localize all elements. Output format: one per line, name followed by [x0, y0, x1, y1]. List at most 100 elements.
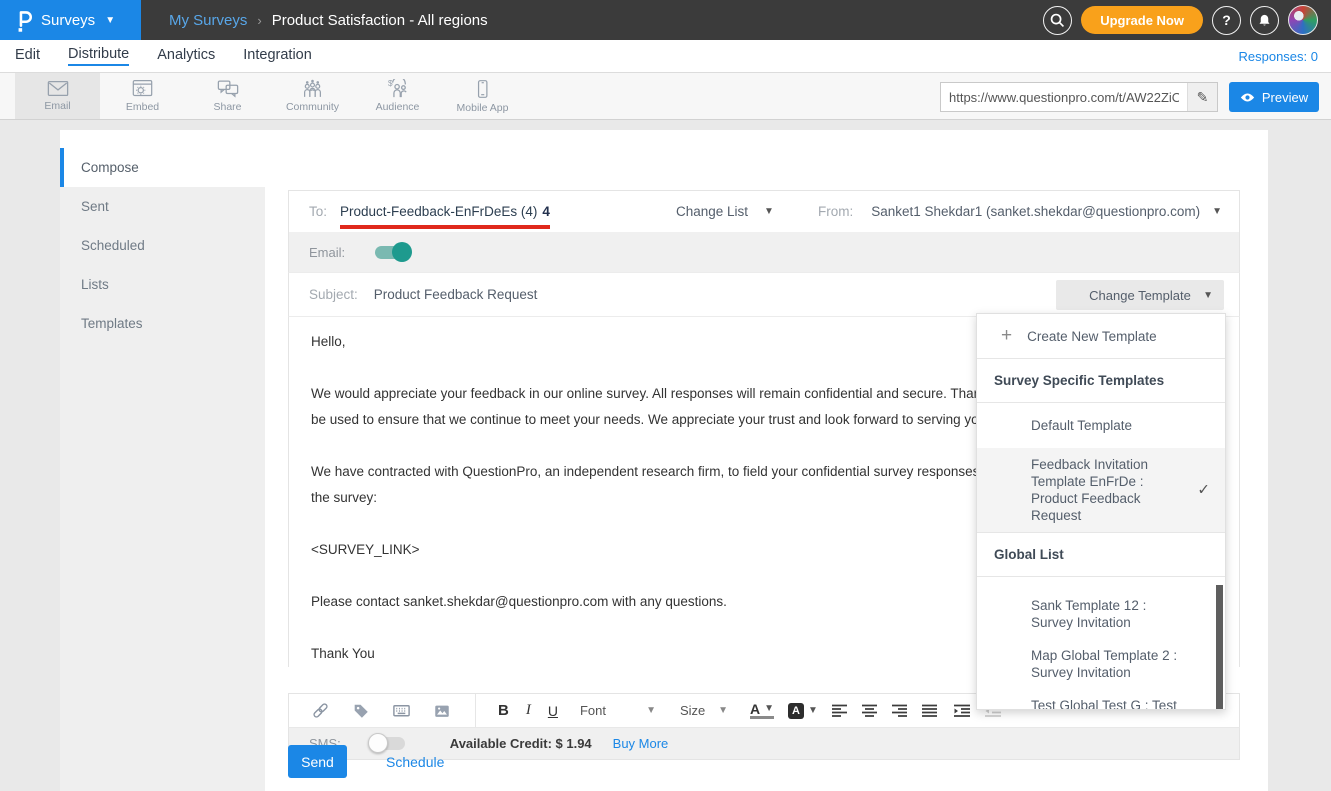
tab-edit[interactable]: Edit — [15, 47, 40, 65]
italic-button[interactable]: I — [526, 702, 531, 719]
size-dropdown[interactable]: Size ▼ — [680, 703, 728, 718]
channel-label: Embed — [126, 101, 159, 113]
indent-icon[interactable] — [954, 704, 971, 718]
help-button[interactable]: ? — [1212, 6, 1241, 35]
sidebar-item-compose[interactable]: Compose — [60, 148, 265, 187]
notifications-button[interactable] — [1250, 6, 1279, 35]
question-mark-icon: ? — [1222, 12, 1231, 28]
from-sender[interactable]: Sanket1 Shekdar1 (sanket.shekdar@questio… — [871, 204, 1200, 219]
channel-community[interactable]: Community — [270, 73, 355, 119]
size-label: Size — [680, 703, 705, 718]
global-template-item[interactable]: Sank Template 12 : Survey Invitation — [977, 589, 1225, 639]
text-color-label: A — [750, 702, 760, 716]
plus-icon: + — [1001, 325, 1012, 347]
channel-mobile-app[interactable]: Mobile App — [440, 73, 525, 119]
send-button[interactable]: Send — [288, 745, 347, 778]
upgrade-now-button[interactable]: Upgrade Now — [1081, 6, 1203, 34]
to-list-name: Product-Feedback-EnFrDeEs (4) — [340, 204, 537, 219]
product-name: Surveys — [41, 12, 95, 29]
channel-label: Audience — [376, 101, 420, 113]
tab-analytics[interactable]: Analytics — [157, 47, 215, 65]
tab-integration[interactable]: Integration — [243, 47, 312, 65]
pencil-icon: ✎ — [1197, 89, 1209, 106]
background-color-button[interactable]: A ▼ — [788, 703, 818, 719]
default-template-item[interactable]: Default Template — [977, 403, 1225, 448]
background-color-label: A — [788, 703, 804, 719]
change-list-label: Change List — [676, 204, 748, 219]
channel-share[interactable]: Share — [185, 73, 270, 119]
change-template-label: Change Template — [1089, 288, 1191, 303]
font-label: Font — [580, 703, 606, 718]
underline-button[interactable]: U — [548, 703, 558, 719]
available-credit: Available Credit: $ 1.94 — [450, 736, 592, 751]
search-button[interactable] — [1043, 6, 1072, 35]
buy-more-link[interactable]: Buy More — [613, 736, 669, 751]
change-template-dropdown[interactable]: Change Template ▼ — [1056, 280, 1224, 310]
tag-icon[interactable] — [352, 702, 370, 720]
responses-count[interactable]: Responses: 0 — [1239, 49, 1331, 64]
selected-template-item[interactable]: Feedback Invitation Template EnFrDe : Pr… — [977, 448, 1225, 533]
edit-url-button[interactable]: ✎ — [1187, 83, 1217, 111]
sidebar-item-scheduled[interactable]: Scheduled — [60, 226, 265, 265]
product-switcher[interactable]: Surveys ▼ — [0, 0, 141, 40]
sidebar-item-lists[interactable]: Lists — [60, 265, 265, 304]
survey-url-input[interactable] — [941, 90, 1187, 105]
speech-bubbles-icon — [217, 79, 239, 98]
align-right-icon[interactable] — [892, 704, 908, 718]
bold-button[interactable]: B — [498, 702, 509, 719]
channel-audience[interactable]: $ Audience — [355, 73, 440, 119]
dollar-people-icon: $ — [387, 79, 409, 98]
to-list[interactable]: Product-Feedback-EnFrDeEs (4) 4 — [340, 204, 550, 219]
insert-tools — [289, 701, 451, 720]
check-icon: ✓ — [1197, 482, 1210, 499]
justify-icon[interactable] — [922, 704, 938, 718]
font-dropdown[interactable]: Font ▼ — [580, 703, 656, 718]
chevron-down-icon: ▼ — [718, 705, 728, 716]
bell-icon — [1257, 13, 1272, 28]
distribute-channel-bar: Email Embed Share Community $ Audience M… — [0, 73, 1331, 120]
subject-label: Subject: — [309, 287, 358, 302]
selected-template-label: Feedback Invitation Template EnFrDe : Pr… — [1031, 457, 1148, 523]
preview-label: Preview — [1262, 90, 1308, 105]
scrollbar-thumb[interactable] — [1216, 585, 1223, 710]
questionpro-logo-icon — [15, 8, 32, 33]
tab-distribute[interactable]: Distribute — [68, 46, 129, 66]
align-center-icon[interactable] — [862, 704, 878, 718]
breadcrumb: My Surveys › Product Satisfaction - All … — [169, 12, 488, 29]
recipients-row: To: Product-Feedback-EnFrDeEs (4) 4 Chan… — [288, 190, 1240, 232]
schedule-link[interactable]: Schedule — [386, 754, 444, 770]
global-template-item[interactable]: Map Global Template 2 : Survey Invitatio… — [977, 639, 1225, 689]
global-template-item[interactable]: Test Global Test G : Test RAA G — [977, 689, 1225, 710]
change-template-menu: + Create New Template Survey Specific Te… — [976, 313, 1226, 710]
global-templates-scroll-area: Sank Template 12 : Survey Invitation Map… — [977, 577, 1225, 710]
email-toggle[interactable] — [375, 246, 409, 259]
create-new-template-item[interactable]: + Create New Template — [977, 314, 1225, 359]
breadcrumb-my-surveys[interactable]: My Surveys — [169, 12, 247, 29]
people-group-icon — [302, 79, 323, 98]
global-list-header: Global List — [977, 533, 1225, 577]
survey-specific-templates-header: Survey Specific Templates — [977, 359, 1225, 403]
envelope-icon — [47, 80, 69, 97]
subject-input[interactable]: Product Feedback Request — [374, 287, 538, 302]
sidebar-item-sent[interactable]: Sent — [60, 187, 265, 226]
image-icon[interactable] — [433, 702, 451, 720]
sidebar-item-label: Sent — [81, 199, 109, 214]
avatar[interactable] — [1288, 5, 1318, 35]
sidebar-item-label: Templates — [81, 316, 143, 331]
channel-email[interactable]: Email — [15, 73, 100, 119]
toolbar-divider — [475, 694, 476, 727]
breadcrumb-survey-title: Product Satisfaction - All regions — [272, 12, 488, 29]
channel-label: Community — [286, 101, 339, 113]
align-left-icon[interactable] — [832, 704, 848, 718]
sidebar-item-label: Lists — [81, 277, 109, 292]
preview-button[interactable]: Preview — [1229, 82, 1319, 112]
chevron-down-icon: ▼ — [764, 206, 774, 217]
link-icon[interactable] — [311, 701, 330, 720]
toggle-knob — [392, 242, 412, 262]
chevron-down-icon[interactable]: ▼ — [1212, 206, 1222, 217]
change-list-dropdown[interactable]: Change List ▼ — [676, 204, 774, 219]
keyboard-icon[interactable] — [392, 701, 411, 720]
channel-embed[interactable]: Embed — [100, 73, 185, 119]
sidebar-item-templates[interactable]: Templates — [60, 304, 265, 343]
text-color-button[interactable]: A ▼ — [750, 702, 774, 719]
